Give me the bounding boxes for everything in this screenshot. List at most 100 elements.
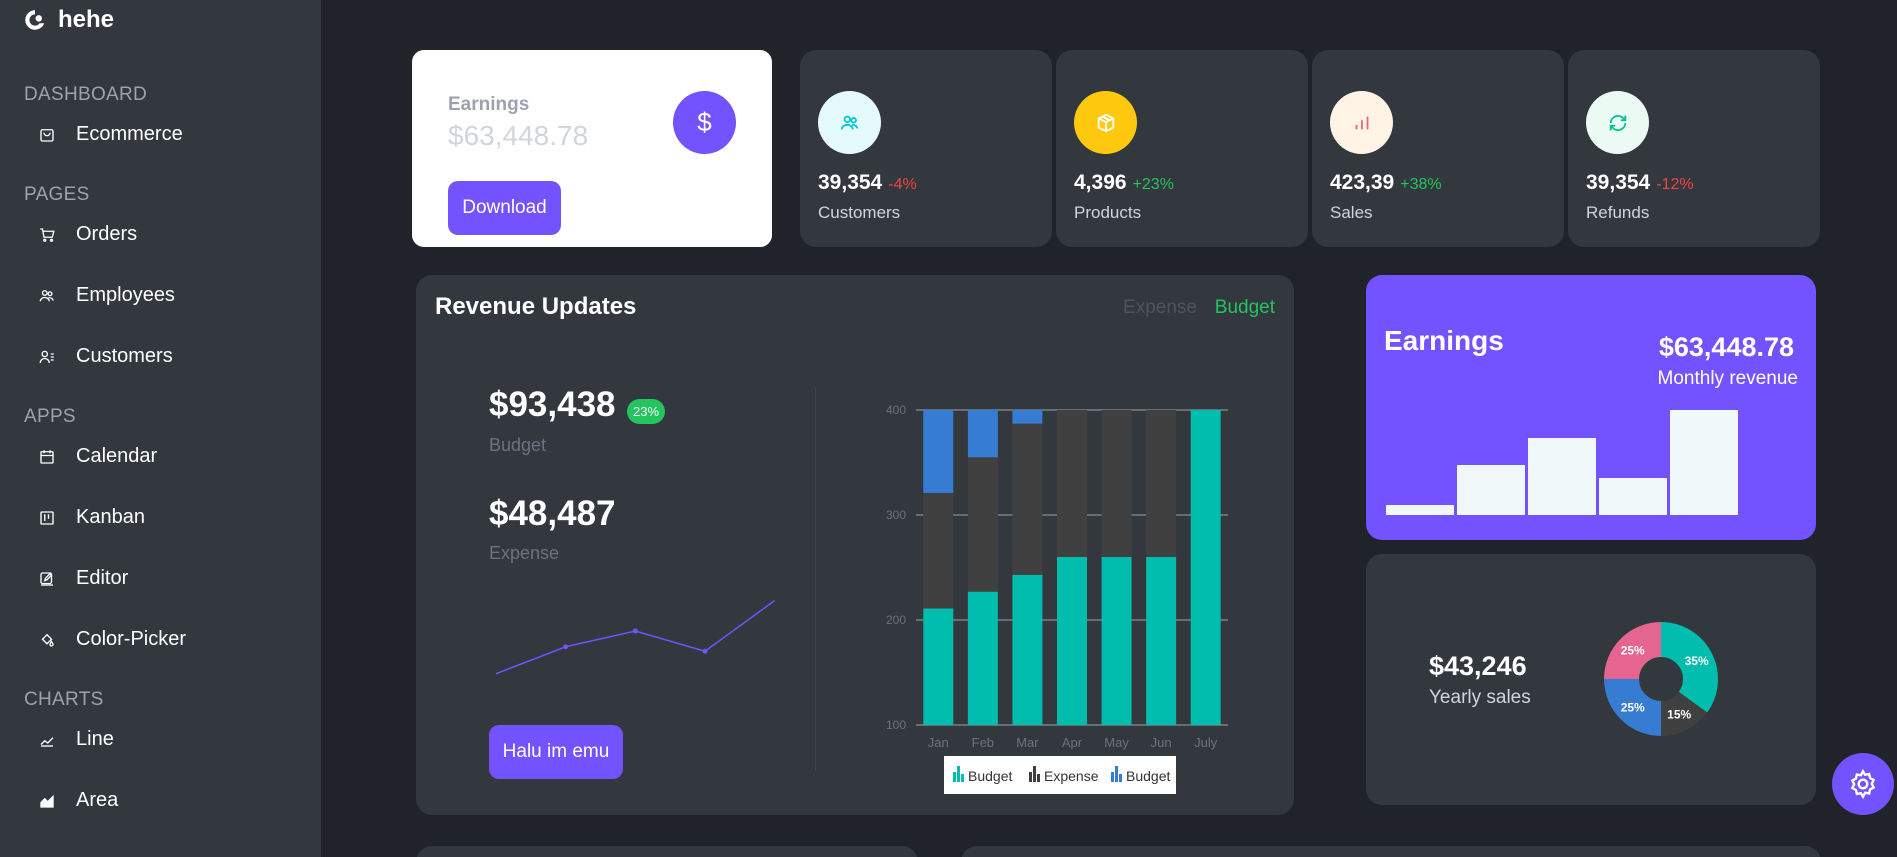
bar-budget [967, 410, 998, 458]
bottom-card-right [961, 846, 1821, 857]
refresh-icon[interactable] [1586, 91, 1649, 154]
x-tick-label: Feb [972, 735, 994, 750]
logo-icon [25, 10, 45, 30]
sidebar-item-employees[interactable]: Employees [38, 284, 175, 307]
budget-badge: 23% [627, 399, 666, 424]
pie-label: 15% [1667, 708, 1691, 722]
revenue-stacked-chart: 100 200 300 400 Jan Feb Mar Apr May Jun July Budget… [886, 403, 1228, 794]
calendar-icon [40, 449, 54, 464]
section-apps: APPS [24, 406, 76, 427]
pie-label: 25% [1621, 700, 1645, 714]
y-tick-label: 300 [886, 508, 906, 522]
sidebar-item-label: Kanban [76, 506, 145, 528]
sidebar-item-label: Area [76, 789, 119, 811]
sidebar-item-color-picker[interactable]: Color-Picker [38, 628, 186, 651]
stat-card-customers: 39,354 -4% Customers [800, 50, 1052, 247]
sidebar-item-label: Ecommerce [76, 123, 183, 145]
dollar-icon[interactable]: $ [673, 91, 736, 154]
legend-budget[interactable]: Budget [1215, 297, 1275, 319]
mini-bar [1386, 505, 1454, 515]
sidebar-item-label: Customers [76, 345, 173, 367]
stat-change: +38% [1400, 176, 1442, 193]
yearly-value: $43,246 [1429, 651, 1527, 681]
bottom-card-left [416, 846, 918, 857]
section-dashboard: DASHBOARD [24, 84, 148, 105]
stat-change: +23% [1132, 176, 1174, 193]
bar-chart-icon[interactable] [1330, 91, 1393, 154]
y-tick-label: 400 [886, 403, 906, 417]
y-tick-label: 100 [886, 718, 906, 732]
sparkline-point [563, 644, 569, 650]
stat-change: -4% [888, 176, 917, 193]
stat-value: 39,354 -12% [1586, 171, 1694, 194]
pie-label: 25% [1621, 644, 1645, 658]
sidebar-item-ecommerce[interactable]: Ecommerce [38, 123, 183, 146]
sidebar: hehe DASHBOARD Ecommerce PAGES Orders Employ… [0, 0, 321, 857]
bar-expense [1146, 410, 1177, 557]
legend-label: Budget [1126, 768, 1170, 784]
stat-value: 423,39 +38% [1330, 171, 1442, 194]
sidebar-item-label: Orders [76, 223, 138, 245]
sidebar-item-orders[interactable]: Orders [38, 223, 137, 246]
download-button[interactable]: Download [448, 181, 561, 235]
brand-name: hehe [58, 6, 115, 33]
sidebar-item-label: Color-Picker [76, 628, 187, 650]
bar-expense [1057, 410, 1087, 557]
x-tick-label: Apr [1062, 735, 1083, 750]
bag-icon [40, 128, 54, 142]
revenue-sparkline [495, 600, 776, 675]
earnings-label: Earnings [448, 94, 530, 115]
monthly-bar-chart [1386, 410, 1738, 515]
pie-label: 35% [1685, 654, 1709, 668]
legend-expense[interactable]: Expense [1123, 297, 1197, 319]
sidebar-item-line[interactable]: Line [38, 728, 114, 751]
cart-icon [40, 227, 55, 242]
mini-bar [1599, 478, 1667, 515]
y-tick-label: 200 [886, 613, 906, 627]
kanban-icon [40, 510, 54, 525]
mini-bar [1457, 465, 1525, 515]
stat-card-refunds: 39,354 -12% Refunds [1568, 50, 1820, 247]
line-chart-icon [40, 736, 54, 747]
sparkline-point [632, 628, 638, 634]
legend-label: Budget [968, 768, 1012, 784]
x-tick-label: May [1104, 735, 1129, 750]
settings-button[interactable] [1832, 753, 1894, 815]
sidebar-item-calendar[interactable]: Calendar [38, 445, 157, 468]
sparkline-path [495, 600, 776, 675]
bar-budget [923, 410, 954, 493]
stat-label: Products [1074, 203, 1142, 222]
monthly-value: $63,448.78 [1658, 332, 1794, 362]
bar-budget [1012, 574, 1043, 725]
stat-label: Sales [1330, 203, 1373, 222]
expense-label: Expense [489, 543, 560, 563]
stat-value: 39,354 -4% [818, 171, 917, 194]
yearly-sales-card: $43,246 Yearly sales 35% 15% 25% 25% [1366, 554, 1816, 805]
halu-button[interactable]: Halu im emu [489, 725, 623, 779]
brand-logo[interactable]: hehe [22, 6, 114, 34]
bar-expense [923, 492, 954, 609]
box-icon[interactable] [1074, 91, 1137, 154]
monthly-earnings-card: Earnings $63,448.78 Monthly revenue [1366, 275, 1816, 540]
yearly-pie-chart: 35% 15% 25% 25% [1604, 622, 1718, 736]
bar-expense [967, 457, 998, 592]
bar-budget [1057, 557, 1087, 725]
sidebar-item-customers[interactable]: Customers [38, 345, 173, 368]
bar-budget [1012, 410, 1043, 424]
stat-value: 4,396 +23% [1074, 171, 1174, 194]
earnings-value: $63,448.78 [448, 120, 589, 151]
expense-value: $48,487 [489, 494, 616, 533]
area-chart-icon [40, 794, 54, 808]
sidebar-item-area[interactable]: Area [38, 789, 118, 812]
customers-icon[interactable] [818, 91, 881, 154]
user-list-icon [39, 350, 54, 363]
edit-icon [40, 571, 53, 586]
stat-card-sales: 423,39 +38% Sales [1312, 50, 1564, 247]
stat-label: Refunds [1586, 203, 1650, 222]
sidebar-item-label: Employees [76, 284, 175, 306]
sparkline-point [702, 648, 708, 654]
bar-budget [1146, 557, 1177, 725]
sidebar-item-kanban[interactable]: Kanban [38, 506, 145, 529]
budget-value: $93,438 [489, 385, 616, 424]
sidebar-item-editor[interactable]: Editor [38, 567, 128, 590]
